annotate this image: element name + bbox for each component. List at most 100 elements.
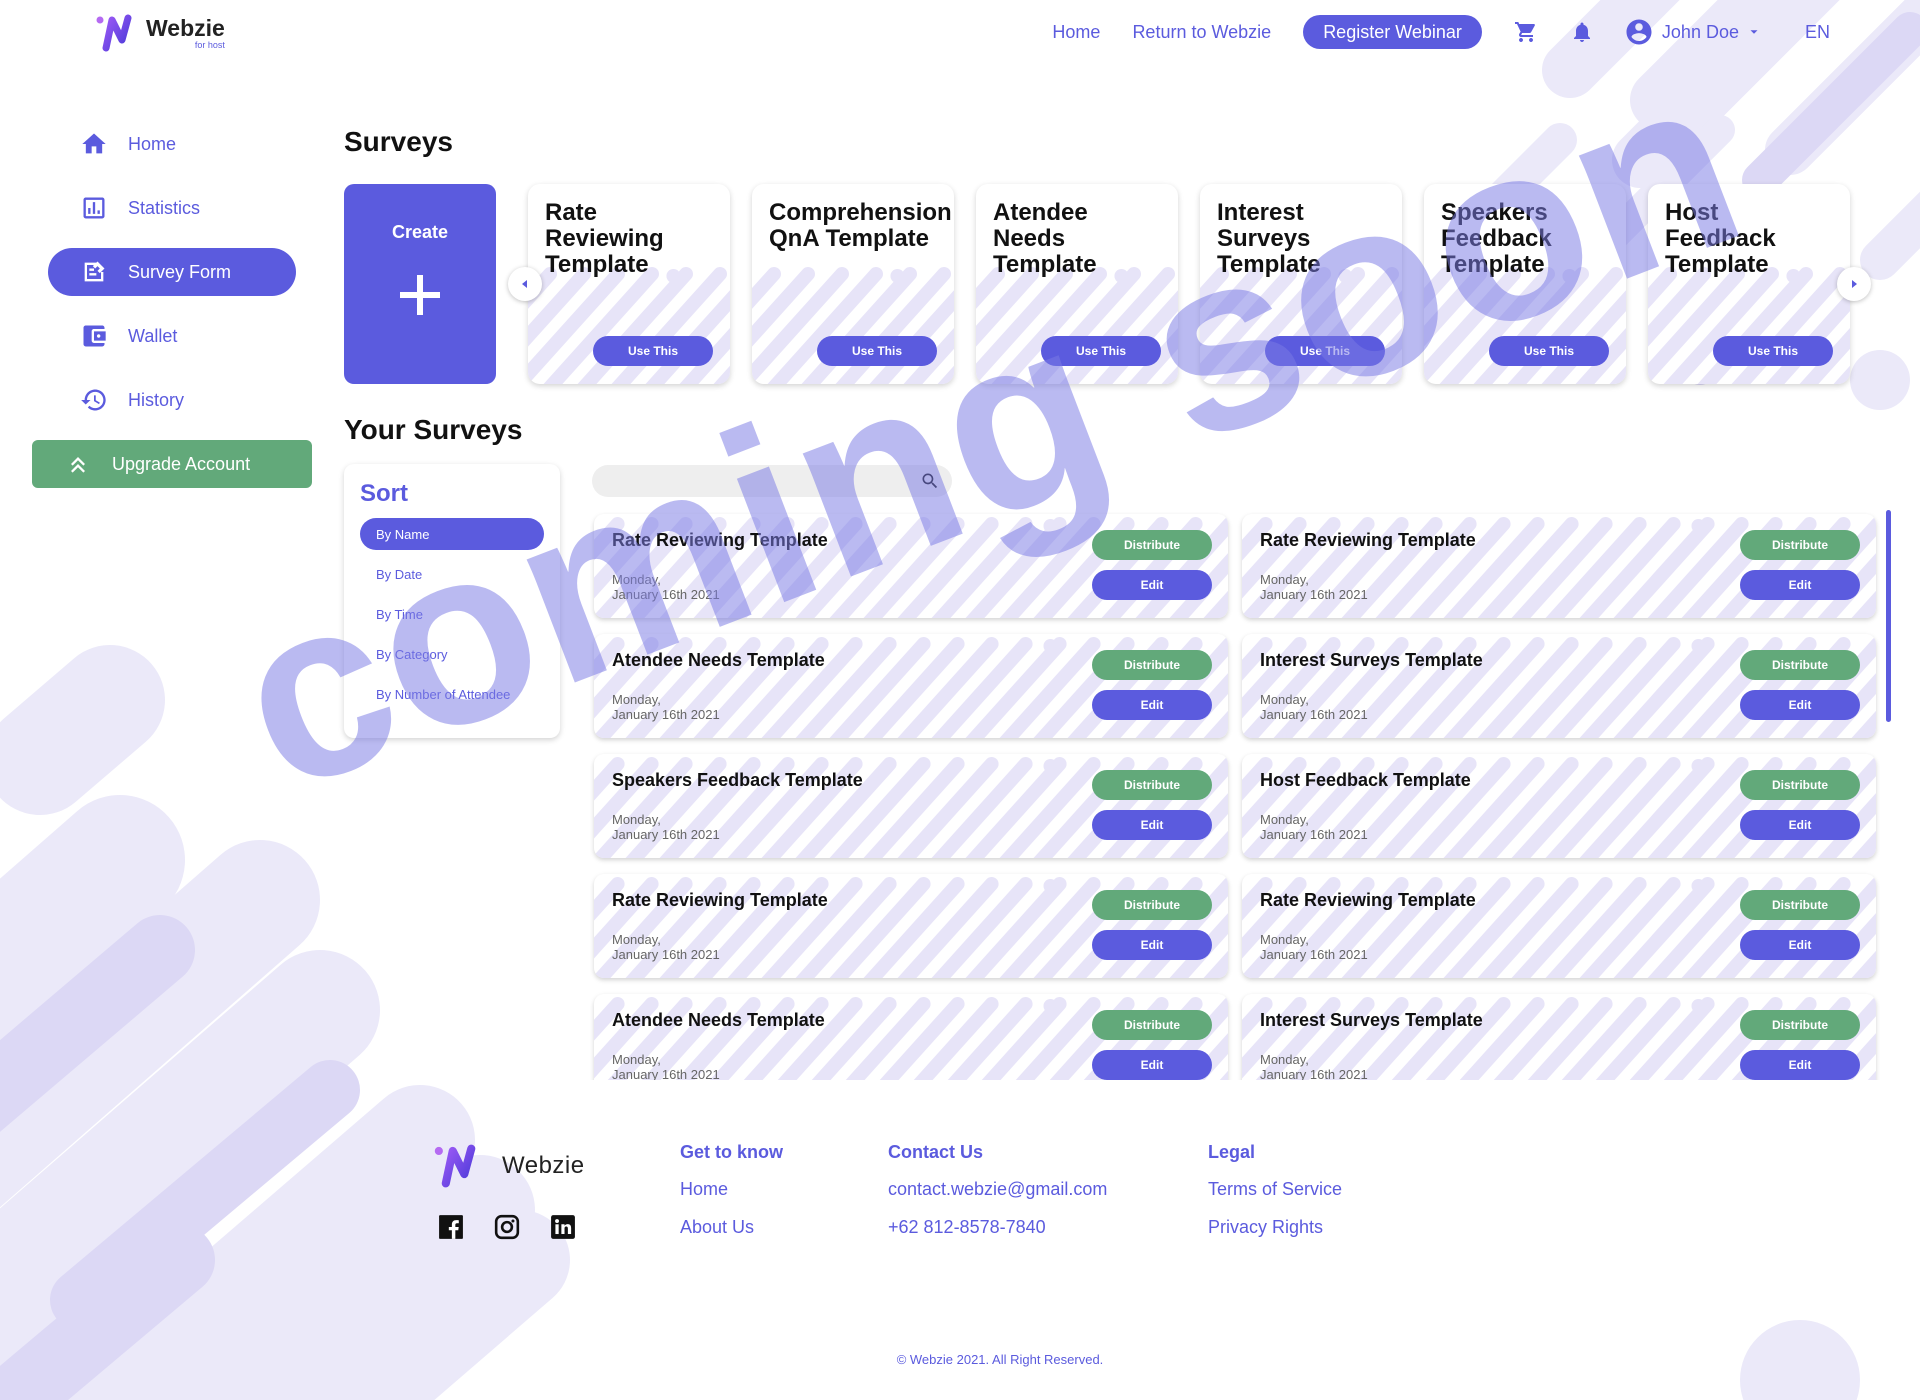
survey-list-item[interactable]: Rate Reviewing Template Monday, January 16…	[594, 514, 1228, 618]
stripe-decoration	[1200, 267, 1402, 384]
create-survey-button[interactable]: Create	[344, 184, 496, 384]
template-card[interactable]: Rate Reviewing Template Use This	[528, 184, 730, 384]
survey-list-item[interactable]: Host Feedback Template Monday, January 16t…	[1242, 754, 1876, 858]
distribute-button[interactable]: Distribute	[1740, 650, 1860, 680]
footer-home-link[interactable]: Home	[680, 1179, 783, 1200]
language-selector[interactable]: EN	[1805, 22, 1830, 43]
sidebar-item-home[interactable]: Home	[48, 120, 296, 168]
template-card[interactable]: Comprehension QnA Template Use This	[752, 184, 954, 384]
register-webinar-button[interactable]: Register Webinar	[1303, 15, 1482, 49]
nav-home-link[interactable]: Home	[1052, 22, 1100, 43]
edit-button[interactable]: Edit	[1740, 570, 1860, 600]
use-this-button[interactable]: Use This	[1041, 336, 1161, 366]
footer-privacy-link[interactable]: Privacy Rights	[1208, 1217, 1342, 1238]
surveys-heading: Surveys	[344, 126, 453, 157]
bell-icon[interactable]	[1570, 20, 1594, 44]
footer-terms-link[interactable]: Terms of Service	[1208, 1179, 1342, 1200]
footer-phone-link[interactable]: +62 812-8578-7840	[888, 1217, 1107, 1238]
user-menu[interactable]: John Doe	[1624, 17, 1769, 47]
edit-button[interactable]: Edit	[1092, 690, 1212, 720]
footer-logo[interactable]: Webzie	[434, 1144, 585, 1188]
sidebar-item-survey-form[interactable]: Survey Form	[48, 248, 296, 296]
linkedin-icon[interactable]	[550, 1214, 576, 1240]
edit-button[interactable]: Edit	[1740, 930, 1860, 960]
survey-title: Rate Reviewing Template	[1260, 890, 1476, 910]
distribute-button[interactable]: Distribute	[1740, 890, 1860, 920]
survey-date: Monday, January 16th 2021	[1260, 1052, 1400, 1080]
edit-button[interactable]: Edit	[1092, 570, 1212, 600]
distribute-button[interactable]: Distribute	[1740, 770, 1860, 800]
sort-by-time[interactable]: By Time	[360, 598, 544, 630]
stripe-decoration	[752, 267, 954, 384]
template-card[interactable]: Atendee Needs Template Use This	[976, 184, 1178, 384]
survey-list-item[interactable]: Rate Reviewing Template Monday, January 16…	[1242, 514, 1876, 618]
distribute-button[interactable]: Distribute	[1740, 1010, 1860, 1040]
sort-by-name[interactable]: By Name	[360, 518, 544, 550]
history-icon	[81, 389, 106, 411]
edit-button[interactable]: Edit	[1740, 1050, 1860, 1080]
survey-day: Monday,	[612, 692, 661, 707]
facebook-icon[interactable]	[438, 1214, 464, 1240]
plus-icon	[400, 275, 440, 315]
sidebar-item-statistics[interactable]: Statistics	[48, 184, 296, 232]
sidebar-item-label: Statistics	[128, 197, 201, 218]
use-this-button[interactable]: Use This	[817, 336, 937, 366]
survey-day: Monday,	[612, 572, 661, 587]
sort-by-date[interactable]: By Date	[360, 558, 544, 590]
upgrade-account-button[interactable]: Upgrade Account	[32, 440, 312, 488]
edit-button[interactable]: Edit	[1092, 810, 1212, 840]
use-this-button[interactable]: Use This	[1713, 336, 1833, 366]
sort-by-category[interactable]: By Category	[360, 638, 544, 670]
carousel-prev-button[interactable]	[508, 267, 542, 301]
survey-list-item[interactable]: Speakers Feedback Template Monday, January…	[594, 754, 1228, 858]
caret-down-icon	[1750, 30, 1758, 34]
nav-return-link[interactable]: Return to Webzie	[1132, 22, 1271, 43]
brand-logo[interactable]: Webzie for host	[96, 14, 225, 52]
template-card[interactable]: Speakers Feedback Template Use This	[1424, 184, 1626, 384]
survey-list-item[interactable]: Interest Surveys Template Monday, January …	[1242, 634, 1876, 738]
use-this-button[interactable]: Use This	[1265, 336, 1385, 366]
survey-form-icon	[84, 261, 105, 282]
distribute-button[interactable]: Distribute	[1740, 530, 1860, 560]
survey-list-scrollbar[interactable]	[1886, 510, 1891, 722]
survey-list-item[interactable]: Rate Reviewing Template Monday, January 16…	[1242, 874, 1876, 978]
use-this-button[interactable]: Use This	[1489, 336, 1609, 366]
cart-icon[interactable]	[1514, 20, 1538, 44]
statistics-icon	[83, 197, 105, 219]
footer-legal: Legal Terms of Service Privacy Rights	[1208, 1142, 1342, 1255]
search-input[interactable]	[592, 465, 892, 497]
sidebar-item-history[interactable]: History	[48, 376, 296, 424]
distribute-button[interactable]: Distribute	[1092, 530, 1212, 560]
brand-subtitle: for host	[194, 39, 225, 50]
distribute-button[interactable]: Distribute	[1092, 770, 1212, 800]
survey-title: Rate Reviewing Template	[612, 890, 828, 910]
sort-by-attendee[interactable]: By Number of Attendee	[360, 678, 544, 710]
survey-list-item[interactable]: Interest Surveys Template Monday, January …	[1242, 994, 1876, 1080]
survey-day: Monday,	[612, 1052, 661, 1067]
footer-about-link[interactable]: About Us	[680, 1217, 783, 1238]
search-icon[interactable]	[920, 471, 940, 491]
edit-button[interactable]: Edit	[1092, 930, 1212, 960]
edit-button[interactable]: Edit	[1740, 690, 1860, 720]
carousel-next-button[interactable]	[1837, 267, 1871, 301]
sidebar-item-wallet[interactable]: Wallet	[48, 312, 296, 360]
edit-button[interactable]: Edit	[1740, 810, 1860, 840]
template-card[interactable]: Host Feedback Template Use This	[1648, 184, 1850, 384]
instagram-icon[interactable]	[494, 1214, 520, 1240]
distribute-button[interactable]: Distribute	[1092, 890, 1212, 920]
footer-get-to-know-title: Get to know	[680, 1142, 783, 1162]
template-card[interactable]: Interest Surveys Template Use This	[1200, 184, 1402, 384]
survey-date: Monday, January 16th 2021	[612, 932, 752, 962]
distribute-button[interactable]: Distribute	[1092, 1010, 1212, 1040]
survey-list-item[interactable]: Atendee Needs Template Monday, January 16t…	[594, 994, 1228, 1080]
use-this-button[interactable]: Use This	[593, 336, 713, 366]
survey-title: Speakers Feedback Template	[612, 770, 863, 790]
distribute-button[interactable]: Distribute	[1092, 650, 1212, 680]
footer-email-link[interactable]: contact.webzie@gmail.com	[888, 1179, 1107, 1200]
survey-title: Rate Reviewing Template	[612, 530, 828, 550]
edit-button[interactable]: Edit	[1092, 1050, 1212, 1080]
survey-list-item[interactable]: Rate Reviewing Template Monday, January 16…	[594, 874, 1228, 978]
survey-date-text: January 16th 2021	[612, 827, 720, 842]
survey-list[interactable]: Rate Reviewing Template Monday, January 16…	[590, 512, 1880, 1080]
survey-list-item[interactable]: Atendee Needs Template Monday, January 16t…	[594, 634, 1228, 738]
